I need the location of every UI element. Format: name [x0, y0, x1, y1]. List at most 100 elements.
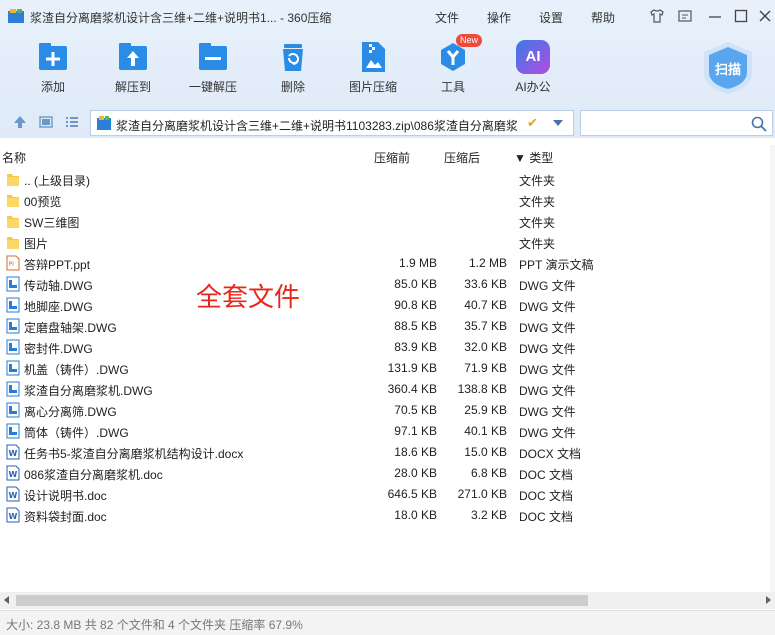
menu-settings[interactable]: 设置 [539, 9, 563, 26]
file-row[interactable]: W 086浆渣自分离磨浆机.doc 28.0 KB 6.8 KB DOC 文档 [0, 463, 775, 484]
file-name: 设计说明书.doc [24, 489, 107, 503]
path-text: 浆渣自分离磨浆机设计含三维+二维+说明书1103283.zip\086浆渣自分离… [116, 119, 518, 133]
folder-icon [6, 213, 20, 229]
col-type[interactable]: ▼ 类型 [514, 149, 553, 166]
file-size: 131.9 KB [387, 361, 437, 375]
file-size: 1.9 MB [398, 256, 437, 270]
extract-to-button[interactable]: 解压到 [103, 38, 163, 98]
word-file-icon: W [6, 465, 20, 481]
file-name: 答辩PPT.ppt [24, 258, 91, 272]
file-type: DOC 文档 [519, 468, 574, 482]
file-type: 文件夹 [519, 174, 556, 188]
one-click-extract-icon [199, 43, 227, 70]
svg-text:PI: PI [9, 261, 15, 268]
title-bar: 浆渣自分离磨浆机设计含三维+二维+说明书1... - 360压缩 文件 操作 设… [0, 0, 775, 32]
file-compressed-size: 33.6 KB [464, 277, 507, 291]
file-row[interactable]: W 资料袋封面.doc 18.0 KB 3.2 KB DOC 文档 [0, 505, 775, 526]
col-compressed[interactable]: 压缩后 [444, 149, 480, 166]
file-row[interactable]: 图片 文件夹 [0, 232, 775, 253]
file-name: 离心分离筛.DWG [24, 405, 117, 419]
tools-button[interactable]: New 工具 [423, 34, 483, 98]
file-type: DWG 文件 [519, 342, 576, 356]
menu-file[interactable]: 文件 [435, 9, 459, 26]
search-field[interactable] [580, 110, 773, 136]
word-file-icon: W [6, 444, 20, 460]
col-size[interactable]: 压缩前 [374, 149, 410, 166]
file-row[interactable]: 浆渣自分离磨浆机.DWG 360.4 KB 138.8 KB DWG 文件 [0, 379, 775, 400]
file-name: .. (上级目录) [24, 174, 90, 188]
file-row[interactable]: 机盖（铸件）.DWG 131.9 KB 71.9 KB DWG 文件 [0, 358, 775, 379]
extract-to-icon [119, 43, 147, 70]
file-row[interactable]: 传动轴.DWG 85.0 KB 33.6 KB DWG 文件 [0, 274, 775, 295]
feedback-icon[interactable] [677, 8, 693, 24]
file-type: 文件夹 [519, 216, 556, 230]
file-type: DWG 文件 [519, 405, 576, 419]
word-file-icon: W [6, 486, 20, 502]
ai-office-label: AI办公 [515, 80, 551, 94]
ai-office-button[interactable]: AI AI办公 [503, 38, 563, 98]
close-icon[interactable] [757, 8, 773, 24]
file-type: DWG 文件 [519, 426, 576, 440]
file-row[interactable]: PI 答辩PPT.ppt 1.9 MB 1.2 MB PPT 演示文稿 [0, 253, 775, 274]
file-row[interactable]: 密封件.DWG 83.9 KB 32.0 KB DWG 文件 [0, 337, 775, 358]
col-name[interactable]: 名称 [2, 149, 26, 166]
delete-button[interactable]: 删除 [263, 38, 323, 98]
dwg-file-icon [6, 360, 20, 376]
path-field[interactable]: 浆渣自分离磨浆机设计含三维+二维+说明书1103283.zip\086浆渣自分离… [90, 110, 574, 136]
file-type: DOC 文档 [519, 489, 574, 503]
window-title: 浆渣自分离磨浆机设计含三维+二维+说明书1... - 360压缩 [30, 11, 332, 25]
file-row[interactable]: 离心分离筛.DWG 70.5 KB 25.9 KB DWG 文件 [0, 400, 775, 421]
thumbnail-view-icon[interactable] [39, 115, 53, 129]
delete-label: 删除 [280, 80, 305, 94]
scroll-right-icon[interactable] [766, 596, 771, 604]
file-row[interactable]: W 设计说明书.doc 646.5 KB 271.0 KB DOC 文档 [0, 484, 775, 505]
maximize-icon[interactable] [733, 8, 749, 24]
menu-help[interactable]: 帮助 [591, 9, 615, 26]
scan-button[interactable]: 扫描 [700, 40, 756, 96]
file-row[interactable]: W 任务书5-浆渣自分离磨浆机结构设计.docx 18.6 KB 15.0 KB DOC… [0, 442, 775, 463]
list-view-icon[interactable] [65, 115, 79, 129]
folder-icon [6, 234, 20, 250]
chevron-down-icon[interactable] [553, 120, 563, 126]
file-row[interactable]: SW三维图 文件夹 [0, 211, 775, 232]
file-size: 360.4 KB [387, 382, 437, 396]
scan-label: 扫描 [714, 62, 741, 77]
scroll-left-icon[interactable] [4, 596, 9, 604]
skin-icon[interactable] [649, 8, 665, 24]
file-compressed-size: 32.0 KB [464, 340, 507, 354]
file-row[interactable]: 筒体（铸件）.DWG 97.1 KB 40.1 KB DWG 文件 [0, 421, 775, 442]
file-row[interactable]: .. (上级目录) 文件夹 [0, 169, 775, 190]
file-row[interactable]: 00预览 文件夹 [0, 190, 775, 211]
add-label: 添加 [40, 80, 65, 94]
scroll-thumb[interactable] [16, 595, 588, 606]
file-size: 97.1 KB [394, 424, 437, 438]
file-name: 任务书5-浆渣自分离磨浆机结构设计.docx [24, 447, 244, 461]
file-compressed-size: 40.7 KB [464, 298, 507, 312]
vertical-scrollbar[interactable] [770, 145, 775, 592]
file-size: 85.0 KB [394, 277, 437, 291]
file-compressed-size: 71.9 KB [464, 361, 507, 375]
tools-label: 工具 [440, 80, 465, 94]
image-compress-icon [362, 42, 385, 72]
file-compressed-size: 1.2 MB [468, 256, 507, 270]
svg-text:W: W [9, 512, 18, 521]
menu-operate[interactable]: 操作 [487, 9, 511, 26]
up-arrow-icon[interactable] [13, 115, 27, 129]
image-compress-button[interactable]: 图片压缩 [343, 38, 403, 98]
trash-icon [283, 44, 303, 71]
file-type: PPT 演示文稿 [519, 258, 594, 272]
search-icon[interactable] [751, 116, 767, 132]
checkmark-icon: ✔ [527, 115, 538, 130]
search-input[interactable] [585, 115, 745, 131]
add-button[interactable]: 添加 [23, 38, 83, 98]
extract-to-label: 解压到 [114, 80, 151, 94]
file-size: 18.0 KB [394, 508, 437, 522]
horizontal-scrollbar[interactable] [0, 592, 775, 609]
one-click-extract-button[interactable]: 一键解压 [183, 38, 243, 98]
svg-text:W: W [9, 491, 18, 500]
file-row[interactable]: 定磨盘轴架.DWG 88.5 KB 35.7 KB DWG 文件 [0, 316, 775, 337]
folder-icon [6, 171, 20, 187]
file-row[interactable]: 地脚座.DWG 90.8 KB 40.7 KB DWG 文件 [0, 295, 775, 316]
dwg-file-icon [6, 318, 20, 334]
minimize-icon[interactable] [707, 8, 723, 24]
